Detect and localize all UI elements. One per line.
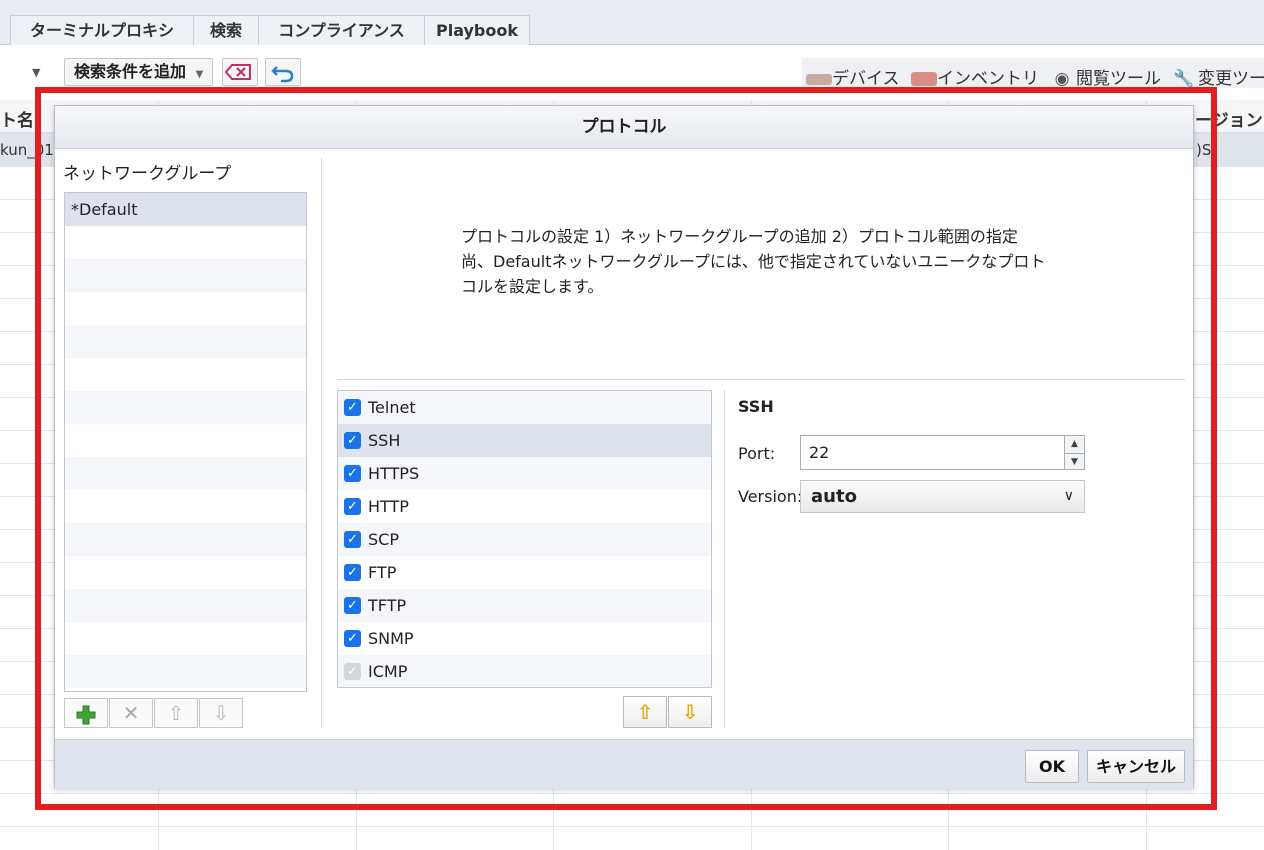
protocol-item-snmp[interactable]: ✓ SNMP bbox=[338, 622, 711, 655]
protocol-item-ftp[interactable]: ✓ FTP bbox=[338, 556, 711, 589]
checkbox-icon[interactable]: ✓ bbox=[344, 564, 361, 581]
checkbox-icon[interactable]: ✓ bbox=[344, 498, 361, 515]
move-protocol-down-button[interactable]: ⇩ bbox=[668, 696, 712, 728]
arrow-down-icon: ⇩ bbox=[681, 700, 699, 724]
checkbox-icon[interactable]: ✓ bbox=[344, 531, 361, 548]
dialog-footer: OK キャンセル bbox=[55, 739, 1193, 789]
ok-button[interactable]: OK bbox=[1025, 750, 1079, 783]
port-input[interactable]: 22 bbox=[800, 435, 1065, 470]
add-filter-button[interactable]: 検索条件を追加 ▼ bbox=[64, 58, 213, 86]
move-group-down-button[interactable]: ⇩ bbox=[199, 698, 243, 728]
inventory-link[interactable]: インベントリ bbox=[911, 64, 1039, 89]
protocol-item-telnet[interactable]: ✓ Telnet bbox=[338, 391, 711, 424]
checkbox-icon[interactable]: ✓ bbox=[344, 399, 361, 416]
devices-link[interactable]: デバイス bbox=[806, 64, 900, 89]
tab-playbook[interactable]: Playbook bbox=[424, 15, 530, 45]
description-line: プロトコルの設定 1）ネットワークグループの追加 2）プロトコル範囲の指定 bbox=[461, 227, 1018, 246]
spin-up-icon[interactable]: ▲ bbox=[1065, 436, 1084, 453]
clear-icon bbox=[224, 64, 251, 80]
arrow-down-icon: ⇩ bbox=[212, 701, 230, 725]
tab-compliance[interactable]: コンプライアンス bbox=[258, 15, 425, 45]
tab-search[interactable]: 検索 bbox=[193, 15, 259, 45]
clear-filter-button[interactable] bbox=[222, 58, 258, 86]
delete-icon: ✕ bbox=[122, 701, 140, 725]
network-group-list: *Default bbox=[64, 192, 307, 692]
grid-cell-version: )S bbox=[1196, 141, 1212, 159]
eye-icon: ◉ bbox=[1054, 69, 1070, 89]
inventory-icon bbox=[911, 72, 937, 86]
detail-title: SSH bbox=[738, 397, 774, 416]
protocol-item-http[interactable]: ✓ HTTP bbox=[338, 490, 711, 523]
checkbox-icon: ✓ bbox=[344, 663, 361, 680]
viewer-tools-link[interactable]: ◉ 閲覧ツール bbox=[1048, 64, 1161, 89]
protocol-item-tftp[interactable]: ✓ TFTP bbox=[338, 589, 711, 622]
undo-button[interactable] bbox=[265, 58, 301, 86]
wrench-icon: 🔧 bbox=[1173, 69, 1195, 89]
arrow-up-icon: ⇧ bbox=[636, 700, 654, 724]
checkbox-icon[interactable]: ✓ bbox=[344, 432, 361, 449]
grid-cell-name: kun_01 bbox=[0, 141, 54, 159]
grid-header-version: ージョン bbox=[1195, 111, 1263, 131]
tab-terminal-proxy[interactable]: ターミナルプロキシ bbox=[10, 15, 194, 45]
checkbox-icon[interactable]: ✓ bbox=[344, 465, 361, 482]
panel-divider bbox=[321, 158, 322, 728]
add-group-button[interactable] bbox=[64, 698, 108, 728]
chevron-down-icon[interactable]: ▼ bbox=[32, 66, 40, 79]
protocol-item-icmp: ✓ ICMP bbox=[338, 655, 711, 687]
version-value: auto bbox=[811, 486, 857, 507]
protocol-dialog: プロトコル ネットワークグループ *Default ✕ ⇧ ⇩ プロトコルの設定… bbox=[54, 105, 1194, 789]
dialog-title: プロトコル bbox=[55, 106, 1193, 149]
add-filter-label: 検索条件を追加 bbox=[74, 62, 187, 81]
plus-icon bbox=[76, 705, 96, 724]
delete-group-button[interactable]: ✕ bbox=[109, 698, 153, 728]
protocol-item-ssh[interactable]: ✓ SSH bbox=[338, 424, 711, 457]
port-label: Port: bbox=[738, 444, 776, 463]
change-tools-link[interactable]: 🔧 変更ツー bbox=[1170, 64, 1264, 89]
port-spinner[interactable]: ▲ ▼ bbox=[1065, 435, 1085, 470]
protocol-list: ✓ Telnet ✓ SSH ✓ HTTPS ✓ HTTP ✓ SCP ✓ FTP ✓ TFT… bbox=[337, 390, 712, 688]
network-group-label: ネットワークグループ bbox=[63, 164, 232, 184]
network-group-item[interactable]: *Default bbox=[65, 193, 306, 226]
undo-icon bbox=[271, 66, 294, 83]
cancel-button[interactable]: キャンセル bbox=[1087, 750, 1185, 783]
section-divider bbox=[337, 379, 1185, 380]
arrow-up-icon: ⇧ bbox=[167, 701, 185, 725]
spin-down-icon[interactable]: ▼ bbox=[1065, 453, 1084, 470]
tab-bar: ターミナルプロキシ 検索 コンプライアンス Playbook bbox=[0, 0, 1264, 45]
description-line: 尚、Defaultネットワークグループには、他で指定されていないユニークなプロト bbox=[461, 252, 1046, 271]
chevron-down-icon: ∨ bbox=[1063, 488, 1074, 504]
version-label: Version: bbox=[738, 487, 803, 506]
description: プロトコルの設定 1）ネットワークグループの追加 2）プロトコル範囲の指定 尚、… bbox=[461, 224, 1081, 299]
protocol-item-scp[interactable]: ✓ SCP bbox=[338, 523, 711, 556]
chevron-down-icon: ▼ bbox=[195, 69, 204, 80]
move-protocol-up-button[interactable]: ⇧ bbox=[623, 696, 667, 728]
move-group-up-button[interactable]: ⇧ bbox=[154, 698, 198, 728]
description-line: コルを設定します。 bbox=[461, 277, 604, 296]
grid-header-name: ト名 bbox=[0, 111, 34, 131]
version-select[interactable]: auto ∨ bbox=[800, 480, 1085, 513]
toolbar: ▼ 検索条件を追加 ▼ デバイス インベントリ ◉ 閲覧ツール 🔧 変更ツー bbox=[0, 46, 1264, 100]
protocol-item-https[interactable]: ✓ HTTPS bbox=[338, 457, 711, 490]
checkbox-icon[interactable]: ✓ bbox=[344, 597, 361, 614]
device-icon bbox=[806, 73, 832, 85]
panel-divider bbox=[724, 390, 725, 728]
checkbox-icon[interactable]: ✓ bbox=[344, 630, 361, 647]
